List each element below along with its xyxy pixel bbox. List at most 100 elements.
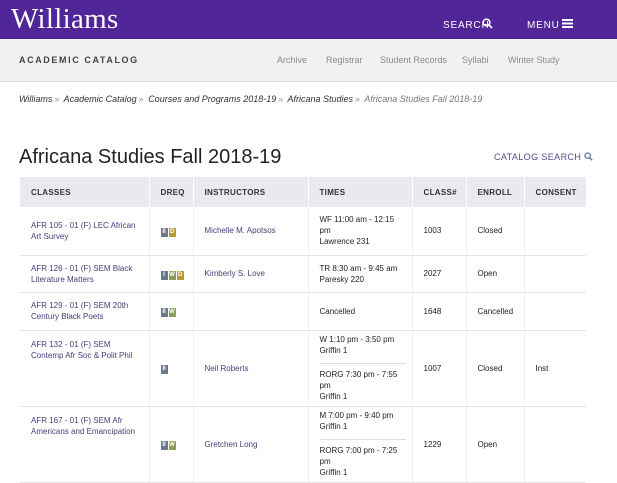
- instructor-cell: Neil Roberts: [193, 330, 309, 407]
- class-number-cell: 1007: [412, 330, 467, 407]
- instructor-cell: Gretchen Long: [193, 406, 309, 483]
- meeting-time: Cancelled: [319, 306, 356, 316]
- column-header-consent: CONSENT: [524, 177, 586, 207]
- menu-icon[interactable]: [562, 18, 573, 29]
- subnav-link-student-records[interactable]: Student Records: [380, 55, 447, 65]
- course-cell: AFR 132 - 01 (F) SEM Contemp Afr Soc & P…: [20, 330, 150, 407]
- column-header-instructors: INSTRUCTORS: [193, 177, 309, 207]
- subnav-link-syllabi[interactable]: Syllabi: [462, 55, 489, 65]
- meeting-time: TR 8:30 am - 9:45 am: [319, 263, 398, 273]
- enroll-status-cell: Closed: [466, 207, 525, 256]
- consent-cell: [524, 292, 586, 331]
- enroll-status-cell: Open: [466, 406, 525, 483]
- table-row: AFR 105 - 01 (F) LEC African Art Survey …: [20, 207, 586, 256]
- search-icon[interactable]: [482, 18, 493, 29]
- enroll-status-cell: Open: [466, 255, 525, 293]
- dreq-cell: II W: [149, 292, 194, 331]
- column-header-class-number: CLASS#: [412, 177, 467, 207]
- menu-link[interactable]: MENU: [527, 20, 560, 31]
- column-header-enroll: ENROLL: [466, 177, 525, 207]
- column-header-classes: CLASSES: [20, 177, 150, 207]
- enroll-status-cell: Cancelled: [466, 292, 525, 331]
- instructor-link[interactable]: Gretchen Long: [205, 440, 258, 449]
- academic-catalog-title[interactable]: ACADEMIC CATALOG: [19, 55, 139, 65]
- breadcrumb-link-africana-studies[interactable]: Africana Studies: [287, 94, 353, 104]
- dreq-badge-ii: II: [160, 441, 168, 450]
- dreq-badge-d: D: [168, 227, 176, 237]
- dreq-badge-d: D: [176, 270, 184, 280]
- page-title: Africana Studies Fall 2018-19: [19, 146, 282, 168]
- meeting-room: Griffin 1: [319, 346, 348, 355]
- meeting-room: Paresky 220: [319, 274, 364, 284]
- meeting-time: W 1:10 pm - 3:50 pm: [319, 335, 395, 344]
- meeting-room: Griffin 1: [319, 422, 348, 431]
- table-row: AFR 132 - 01 (F) SEM Contemp Afr Soc & P…: [20, 330, 586, 407]
- consent-cell: [524, 406, 586, 483]
- meeting-time: RORG 7:30 pm - 7:55 pm: [319, 370, 398, 390]
- class-number-cell: 2027: [412, 255, 467, 293]
- top-bar: Williams SEARCH MENU: [0, 0, 617, 39]
- breadcrumb-separator: »: [355, 94, 361, 104]
- instructor-link[interactable]: Michelle M. Apotsos: [205, 226, 276, 235]
- course-cell: AFR 129 - 01 (F) SEM 20th Century Black …: [20, 292, 150, 331]
- course-link[interactable]: AFR 105 - 01 (F) LEC African Art Survey: [31, 221, 135, 241]
- course-link[interactable]: AFR 129 - 01 (F) SEM 20th Century Black …: [31, 301, 128, 321]
- dreq-cell: IWD: [149, 255, 194, 293]
- course-cell: AFR 105 - 01 (F) LEC African Art Survey: [20, 207, 150, 256]
- consent-cell: [524, 207, 586, 256]
- breadcrumb-current: Africana Studies Fall 2018-19: [364, 94, 483, 104]
- instructor-cell: Kimberly S. Love: [193, 255, 309, 293]
- dreq-badge-ii: II: [160, 227, 168, 237]
- meeting-room: Griffin 1: [319, 468, 348, 477]
- times-cell: W 1:10 pm - 3:50 pm Griffin 1 RORG 7:30 p…: [308, 330, 413, 407]
- course-link[interactable]: AFR 126 - 01 (F) SEM Black Literature Ma…: [31, 264, 132, 284]
- search-icon: [584, 152, 593, 161]
- breadcrumb-separator: »: [138, 94, 144, 104]
- class-number-cell: 1648: [412, 292, 467, 331]
- class-number-cell: 1003: [412, 207, 467, 256]
- instructor-link[interactable]: Kimberly S. Love: [205, 269, 265, 278]
- course-link[interactable]: AFR 132 - 01 (F) SEM Contemp Afr Soc & P…: [31, 340, 132, 360]
- meeting-room: Lawrence 231: [319, 237, 370, 247]
- breadcrumb-separator: »: [54, 94, 60, 104]
- meeting-time: RORG 7:00 pm - 7:25 pm: [319, 446, 398, 466]
- times-cell: TR 8:30 am - 9:45 am Paresky 220: [308, 255, 413, 293]
- subnav-link-winter-study[interactable]: Winter Study: [508, 55, 560, 65]
- breadcrumb-link-williams[interactable]: Williams: [19, 94, 52, 104]
- consent-cell: Inst: [524, 330, 586, 407]
- dreq-cell: II W: [149, 406, 194, 483]
- breadcrumb-link-courses-programs[interactable]: Courses and Programs 2018-19: [148, 94, 276, 104]
- times-cell: Cancelled: [308, 292, 413, 331]
- dreq-badge-ii: II: [160, 365, 168, 374]
- meeting-room: Griffin 1: [319, 392, 348, 401]
- dreq-cell: II D: [149, 207, 194, 256]
- catalog-subnav: ACADEMIC CATALOG Archive Registrar Stude…: [0, 39, 617, 82]
- dreq-badge-w: W: [168, 441, 176, 450]
- instructor-cell: [193, 292, 309, 331]
- breadcrumb: Williams» Academic Catalog» Courses and …: [19, 94, 482, 104]
- dreq-badge-w: W: [168, 308, 176, 317]
- breadcrumb-link-academic-catalog[interactable]: Academic Catalog: [64, 94, 137, 104]
- catalog-search-label: CATALOG SEARCH: [494, 152, 582, 162]
- dreq-badge-w: W: [168, 270, 176, 280]
- breadcrumb-separator: »: [278, 94, 284, 104]
- table-row: AFR 167 - 01 (F) SEM Afr Americans and E…: [20, 406, 586, 483]
- williams-logo[interactable]: Williams: [11, 3, 119, 36]
- course-link[interactable]: AFR 167 - 01 (F) SEM Afr Americans and E…: [31, 416, 135, 436]
- table-header-row: CLASSES DREQ INSTRUCTORS TIMES CLASS# EN…: [20, 177, 586, 207]
- subnav-link-registrar[interactable]: Registrar: [326, 55, 363, 65]
- instructor-link[interactable]: Neil Roberts: [205, 364, 249, 373]
- times-cell: WF 11:00 am - 12:15 pm Lawrence 231: [308, 207, 413, 256]
- meeting-time: WF 11:00 am - 12:15 pm: [319, 215, 395, 236]
- courses-table: CLASSES DREQ INSTRUCTORS TIMES CLASS# EN…: [20, 177, 586, 483]
- course-cell: AFR 126 - 01 (F) SEM Black Literature Ma…: [20, 255, 150, 293]
- dreq-badge-ii: II: [160, 308, 168, 317]
- course-cell: AFR 167 - 01 (F) SEM Afr Americans and E…: [20, 406, 150, 483]
- consent-cell: [524, 255, 586, 293]
- dreq-badge-i: I: [160, 270, 168, 280]
- catalog-search-link[interactable]: CATALOG SEARCH: [494, 152, 593, 162]
- subnav-link-archive[interactable]: Archive: [277, 55, 307, 65]
- table-row: AFR 129 - 01 (F) SEM 20th Century Black …: [20, 292, 586, 331]
- instructor-cell: Michelle M. Apotsos: [193, 207, 309, 256]
- meeting-time: M 7:00 pm - 9:40 pm: [319, 411, 394, 420]
